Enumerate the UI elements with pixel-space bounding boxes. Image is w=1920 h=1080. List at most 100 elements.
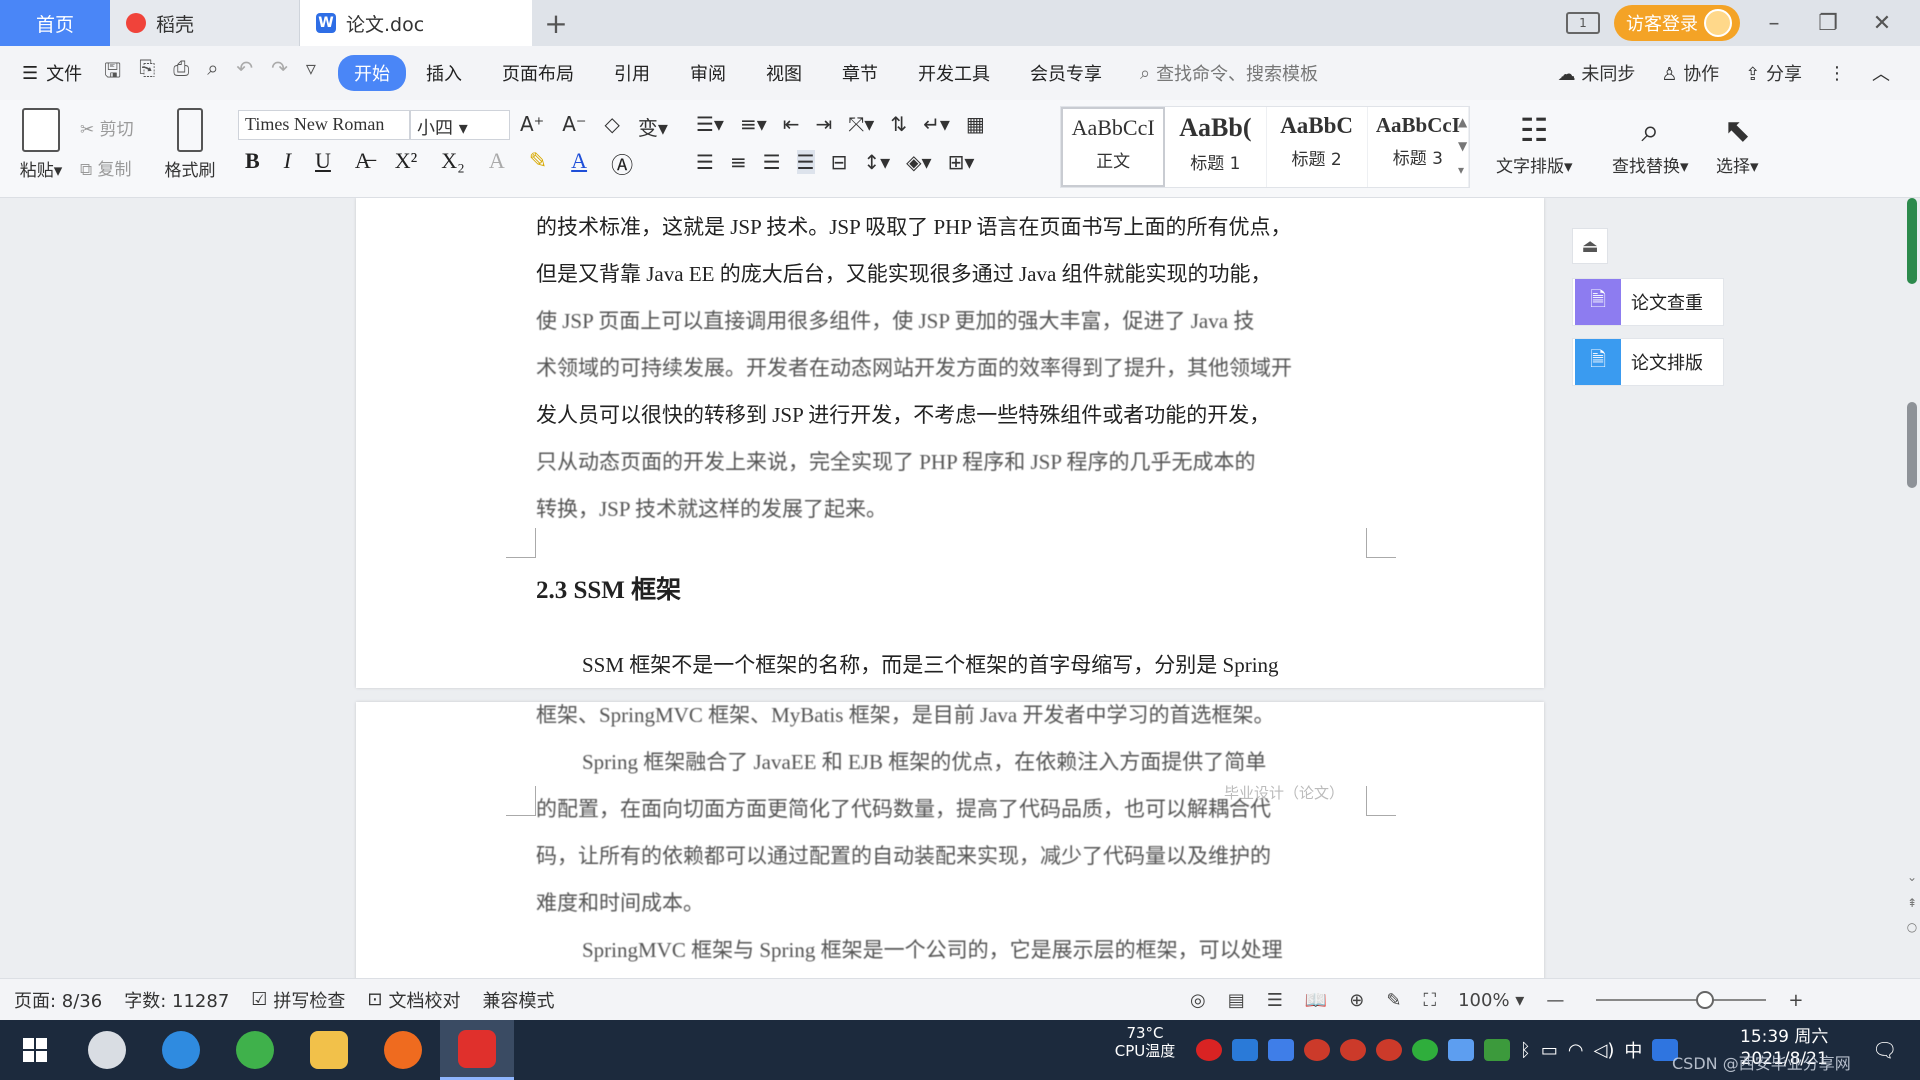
- grow-font-icon[interactable]: A⁺: [520, 112, 544, 141]
- bluetooth-icon[interactable]: ᛒ: [1520, 1040, 1531, 1061]
- distribute-icon[interactable]: ⊟: [831, 150, 848, 174]
- select-button[interactable]: ⬉ 选择▾: [1716, 108, 1759, 177]
- subscript-icon[interactable]: X₂: [441, 148, 465, 180]
- decrease-indent-icon[interactable]: ⇤: [783, 112, 800, 136]
- zoom-out-icon[interactable]: —: [1546, 990, 1564, 1011]
- zoom-level[interactable]: 100% ▾: [1458, 990, 1524, 1011]
- taskbar-app[interactable]: [144, 1020, 218, 1080]
- align-center-icon[interactable]: ≡: [730, 150, 747, 174]
- scrollbar-thumb[interactable]: [1907, 402, 1917, 488]
- share-button[interactable]: ⇪ 分享: [1745, 60, 1802, 86]
- thesis-layout-button[interactable]: 🗎 论文排版: [1572, 338, 1724, 386]
- sync-status[interactable]: ☁ 未同步: [1558, 60, 1636, 86]
- tab-view[interactable]: 视图: [746, 60, 822, 86]
- superscript-icon[interactable]: X²: [395, 148, 417, 180]
- tab-chapter[interactable]: 章节: [822, 60, 898, 86]
- tab-references[interactable]: 引用: [594, 60, 670, 86]
- font-color-icon[interactable]: A: [571, 148, 587, 180]
- wifi-icon[interactable]: ◠: [1568, 1040, 1584, 1061]
- phonetic-guide-icon[interactable]: 变▾: [638, 112, 668, 141]
- chevron-down-icon[interactable]: ▿: [306, 56, 316, 90]
- print-icon[interactable]: ⎙: [173, 56, 189, 90]
- eye-protection-icon[interactable]: ◎: [1190, 990, 1206, 1011]
- bold-icon[interactable]: B: [245, 148, 260, 180]
- command-search[interactable]: ⌕ 查找命令、搜索模板: [1140, 60, 1318, 86]
- spell-check-button[interactable]: ☑ 拼写检查: [251, 987, 345, 1013]
- zoom-in-icon[interactable]: +: [1788, 990, 1803, 1011]
- tab-start[interactable]: 开始: [337, 55, 406, 91]
- align-right-icon[interactable]: ☰: [763, 150, 781, 174]
- save-icon[interactable]: 🖫: [104, 56, 121, 90]
- underline-icon[interactable]: U: [315, 148, 331, 180]
- tray-app-icon[interactable]: [1232, 1039, 1258, 1061]
- zoom-slider-knob[interactable]: [1696, 991, 1715, 1009]
- find-replace-button[interactable]: ⌕ 查找替换▾: [1612, 108, 1689, 177]
- justify-icon[interactable]: ☰: [796, 150, 815, 174]
- style-heading-1[interactable]: AaBb( 标题 1: [1165, 107, 1267, 187]
- visitor-login-button[interactable]: 访客登录: [1614, 5, 1740, 41]
- taskbar-app[interactable]: [218, 1020, 292, 1080]
- cut-button[interactable]: ✂ 剪切: [80, 110, 134, 150]
- strikethrough-icon[interactable]: A̶: [355, 148, 371, 180]
- restore-icon[interactable]: ❐: [1808, 11, 1848, 36]
- tab-page-layout[interactable]: 页面布局: [482, 60, 594, 86]
- collaborate-button[interactable]: ♙ 协作: [1661, 60, 1719, 86]
- document-page-next[interactable]: 毕业设计（论文） 框架、SpringMVC 框架、MyBatis 框架，是目前 …: [356, 702, 1544, 978]
- tray-app-icon[interactable]: [1448, 1039, 1474, 1061]
- page-indicator[interactable]: 页面: 8/36: [14, 987, 102, 1013]
- tray-app-icon[interactable]: [1196, 1039, 1222, 1061]
- print-preview-icon[interactable]: ⌕: [207, 56, 218, 90]
- zoom-slider[interactable]: [1596, 991, 1767, 1009]
- copy-button[interactable]: ⧉ 复制: [80, 150, 134, 190]
- file-menu[interactable]: ☰ 文件: [22, 60, 82, 86]
- tray-app-icon[interactable]: [1412, 1039, 1438, 1061]
- paste-button[interactable]: 粘贴▾: [16, 108, 66, 181]
- volume-icon[interactable]: ◁): [1594, 1040, 1615, 1061]
- export-icon[interactable]: ⎘: [139, 56, 155, 90]
- bullet-list-icon[interactable]: ☰▾: [696, 112, 724, 136]
- document-page[interactable]: 的技术标准，这就是 JSP 技术。JSP 吸取了 PHP 语言在页面书写上面的所…: [356, 198, 1544, 688]
- show-marks-icon[interactable]: ↵▾: [923, 112, 950, 136]
- borders-icon[interactable]: ⊞▾: [948, 150, 975, 174]
- proofread-button[interactable]: ⊡ 文档校对: [367, 987, 460, 1013]
- minimize-icon[interactable]: –: [1754, 11, 1794, 36]
- clear-format-icon[interactable]: ◇: [605, 112, 620, 141]
- fit-page-icon[interactable]: ⛶: [1423, 990, 1436, 1011]
- web-view-icon[interactable]: ⊕: [1349, 990, 1364, 1011]
- tray-app-icon[interactable]: [1304, 1039, 1330, 1061]
- increase-indent-icon[interactable]: ⇥: [816, 112, 833, 136]
- reading-view-icon[interactable]: 📖: [1305, 990, 1327, 1011]
- select-browse-icon[interactable]: ○: [1904, 920, 1920, 936]
- format-painter-button[interactable]: 格式刷: [160, 108, 220, 181]
- tab-document[interactable]: W 论文.doc: [300, 0, 532, 46]
- line-spacing-icon[interactable]: ↕▾: [863, 150, 890, 174]
- tab-daoke[interactable]: 稻壳: [110, 0, 300, 46]
- outline-view-icon[interactable]: ☰: [1267, 990, 1283, 1011]
- taskbar-app[interactable]: [292, 1020, 366, 1080]
- input-method-icon[interactable]: 中: [1624, 1037, 1642, 1063]
- start-button[interactable]: [0, 1038, 70, 1062]
- vertical-scrollbar[interactable]: ⌄ ⇞ ○: [1904, 198, 1920, 978]
- highlight-icon[interactable]: ✎: [529, 148, 547, 180]
- font-size-select[interactable]: 小四 ▾: [410, 110, 510, 140]
- word-count[interactable]: 字数: 11287: [124, 987, 229, 1013]
- text-effect-icon[interactable]: A: [489, 148, 505, 180]
- style-normal[interactable]: AaBbCcI 正文: [1061, 107, 1166, 187]
- tab-member[interactable]: 会员专享: [1010, 60, 1122, 86]
- undo-icon[interactable]: ↶: [236, 56, 253, 90]
- style-heading-2[interactable]: AaBbC 标题 2: [1267, 107, 1368, 187]
- tab-insert[interactable]: 插入: [406, 60, 482, 86]
- text-layout-button[interactable]: ☷ 文字排版▾: [1496, 108, 1573, 177]
- taskbar-app[interactable]: [366, 1020, 440, 1080]
- page-view-icon[interactable]: ▤: [1228, 990, 1245, 1011]
- sort-icon[interactable]: ⇅: [890, 112, 907, 136]
- tab-review[interactable]: 审阅: [670, 60, 746, 86]
- taskbar-app[interactable]: [70, 1020, 144, 1080]
- redo-icon[interactable]: ↷: [271, 56, 288, 90]
- write-mode-icon[interactable]: ✎: [1386, 990, 1401, 1011]
- taskbar-app-wps[interactable]: [440, 1020, 514, 1080]
- tab-home[interactable]: 首页: [0, 0, 110, 46]
- font-name-select[interactable]: Times New Roman: [238, 110, 410, 140]
- numbered-list-icon[interactable]: ≡▾: [740, 112, 767, 136]
- shrink-font-icon[interactable]: A⁻: [562, 112, 586, 141]
